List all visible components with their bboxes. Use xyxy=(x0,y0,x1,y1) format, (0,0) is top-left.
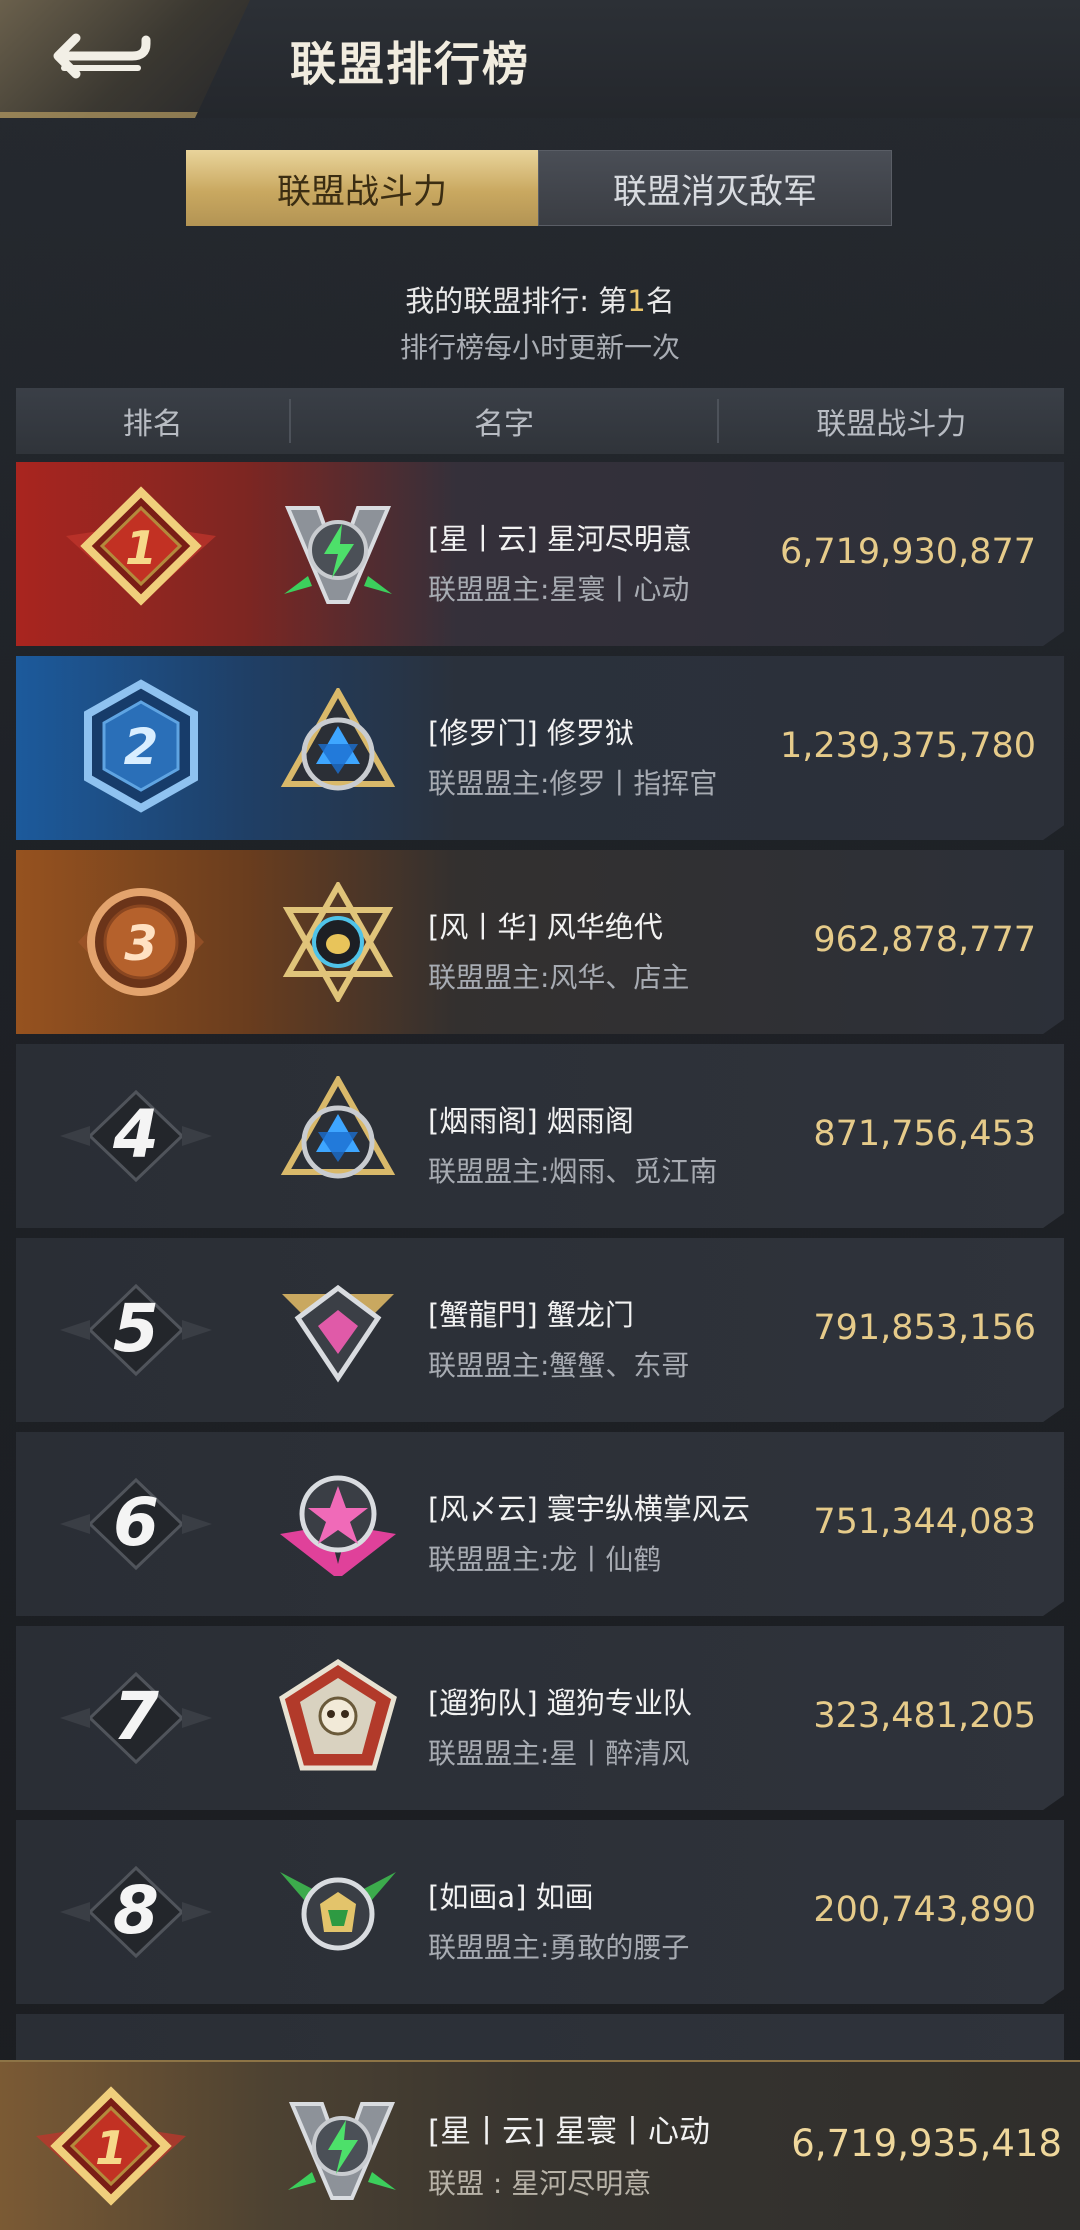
alliance-emblem-lightning-icon xyxy=(288,2102,396,2200)
alliance-name: [如画a] 如画 xyxy=(428,1880,594,1914)
update-note: 排行榜每小时更新一次 xyxy=(399,331,680,364)
rank-badge-number: 1 xyxy=(125,521,157,575)
alliance-emblem-lightning-icon xyxy=(284,506,392,604)
alliance-power: 6,719,930,877 xyxy=(779,532,1036,572)
column-rank: 排名 xyxy=(122,407,183,442)
alliance-power: 962,878,777 xyxy=(813,920,1036,960)
alliance-leader: 联盟盟主:星寰丨心动 xyxy=(428,573,690,606)
alliance-name: [风〆云] 寰宇纵横掌风云 xyxy=(428,1492,750,1526)
alliance-power: 871,756,453 xyxy=(813,1114,1036,1154)
table-row[interactable]: 5 [蟹龍門] 蟹龙门 联盟盟主:蟹蟹、东哥 791,853,156 xyxy=(16,1238,1064,1422)
alliance-power: 200,743,890 xyxy=(813,1890,1036,1930)
my-alliance-power: 6,719,935,418 xyxy=(791,2122,1062,2165)
alliance-leader: 联盟盟主:烟雨、觅江南 xyxy=(428,1155,718,1188)
my-rank-value: 1 xyxy=(627,284,646,318)
rank-number: 7 xyxy=(56,1668,216,1768)
table-row[interactable]: 3 [风丨华] 风华绝代 联盟盟主:风华、店主 962,878,777 xyxy=(16,850,1064,1034)
alliance-leader: 联盟盟主:蟹蟹、东哥 xyxy=(428,1349,690,1382)
table-row[interactable]: 7 [遛狗队] 遛狗专业队 联盟盟主:星丨醉清风 323,481,205 xyxy=(16,1626,1064,1810)
alliance-emblem-panther-icon xyxy=(282,882,394,1002)
rank-number: 8 xyxy=(56,1862,216,1962)
table-row[interactable]: 2 [修罗门] 修罗狱 联盟盟主:修罗丨指挥官 1,239,375,780 xyxy=(16,656,1064,840)
back-button-stripe xyxy=(0,112,210,118)
alliance-power: 751,344,083 xyxy=(813,1502,1036,1542)
rank-label: 7 xyxy=(113,1678,159,1755)
alliance-name: [遛狗队] 遛狗专业队 xyxy=(428,1686,692,1720)
rank-badge-number: 3 xyxy=(124,916,157,972)
column-name: 名字 xyxy=(289,399,719,443)
alliance-power: 791,853,156 xyxy=(813,1308,1036,1348)
alliance-name: [风丨华] 风华绝代 xyxy=(428,910,663,944)
my-rank-text: 我的联盟排行: 第1名 xyxy=(0,278,1080,320)
back-button[interactable] xyxy=(0,0,250,118)
rank-badge-number: 2 xyxy=(124,718,159,776)
alliance-power: 1,239,375,780 xyxy=(779,726,1036,766)
table-row[interactable]: 4 [烟雨阁] 烟雨阁 联盟盟主:烟雨、觅江南 871,756,453 xyxy=(16,1044,1064,1228)
alliance-name: [修罗门] 修罗狱 xyxy=(428,716,634,750)
rank-1-gold-badge-icon: 1 xyxy=(66,486,216,606)
alliance-leader: 联盟盟主:龙丨仙鹤 xyxy=(428,1543,662,1576)
top-bar: 联盟排行榜 xyxy=(0,0,1080,118)
rank-1-gold-badge-icon: 1 xyxy=(36,2086,186,2206)
tab-alliance-power[interactable]: 联盟战斗力 xyxy=(186,150,538,226)
rank-3-bronze-badge-icon: 3 xyxy=(78,888,204,996)
rank-badge-number: 1 xyxy=(95,2121,127,2175)
alliance-emblem-blue-gem-icon xyxy=(280,688,396,791)
table-row[interactable]: 6 [风〆云] 寰宇纵横掌风云 联盟盟主:龙丨仙鹤 751,344,083 xyxy=(16,1432,1064,1616)
rank-number: 4 xyxy=(56,1086,216,1186)
alliance-leader: 联盟盟主:风华、店主 xyxy=(428,961,690,994)
my-alliance-name: [星丨云] 星寰丨心动 xyxy=(428,2114,711,2150)
my-rank-prefix: 我的联盟排行: 第 xyxy=(405,284,628,318)
alliance-name: [星丨云] 星河尽明意 xyxy=(428,522,692,556)
rank-2-silver-badge-icon: 2 xyxy=(84,679,198,813)
table-header: 排名 名字 联盟战斗力 xyxy=(16,388,1064,454)
table-row[interactable]: 1 [星丨云] 星河尽明意 联盟盟主:星寰丨心动 6,719,930,877 xyxy=(16,462,1064,646)
rank-number: 5 xyxy=(56,1280,216,1380)
alliance-emblem-green-wings-icon xyxy=(280,1872,396,1951)
alliance-emblem-pink-star-icon xyxy=(280,1475,396,1576)
rank-number: 6 xyxy=(56,1474,216,1574)
rank-label: 8 xyxy=(113,1872,159,1949)
alliance-emblem-diamond-icon xyxy=(282,1284,394,1383)
my-rank-suffix: 名 xyxy=(645,284,675,318)
alliance-name: [烟雨阁] 烟雨阁 xyxy=(428,1104,634,1138)
alliance-emblem-blue-gem-icon xyxy=(280,1076,396,1179)
table-row[interactable]: 8 [如画a] 如画 联盟盟主:勇敢的腰子 200,743,890 xyxy=(16,1820,1064,2004)
rank-label: 4 xyxy=(113,1096,159,1173)
tab-alliance-kills[interactable]: 联盟消灭敌军 xyxy=(538,150,892,226)
my-alliance-bar[interactable]: 1 [星丨云] 星寰丨心动 联盟 : 星河尽明意 6,719,935,418 xyxy=(0,2060,1080,2230)
alliance-leader: 联盟盟主:修罗丨指挥官 xyxy=(428,767,718,800)
alliance-leader: 联盟盟主:星丨醉清风 xyxy=(428,1737,690,1770)
alliance-name: [蟹龍門] 蟹龙门 xyxy=(428,1298,634,1332)
page-title: 联盟排行榜 xyxy=(290,37,530,91)
alliance-emblem-skull-icon xyxy=(279,1659,397,1771)
alliance-leader: 联盟盟主:勇敢的腰子 xyxy=(428,1931,690,1964)
alliance-power: 323,481,205 xyxy=(813,1696,1036,1736)
my-alliance-label: 联盟 : 星河尽明意 xyxy=(428,2167,652,2200)
column-power: 联盟战斗力 xyxy=(816,407,967,442)
back-arrow-icon xyxy=(53,33,151,79)
tab-bar: 联盟战斗力 联盟消灭敌军 xyxy=(186,150,892,226)
rank-label: 6 xyxy=(113,1484,159,1561)
rank-label: 5 xyxy=(113,1290,159,1367)
